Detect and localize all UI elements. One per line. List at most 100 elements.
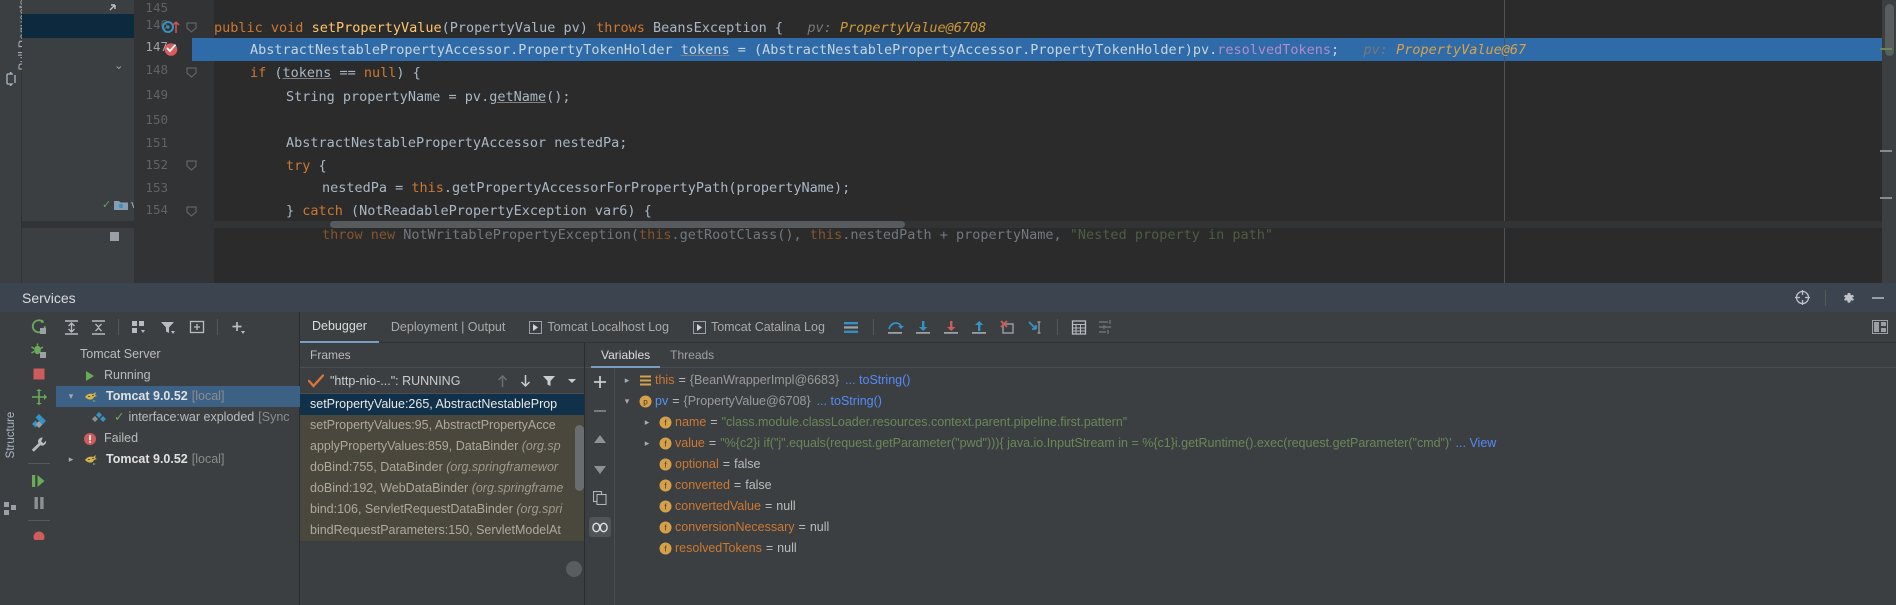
deploy-icon[interactable]: [30, 412, 48, 430]
fold-marker-icon[interactable]: [186, 22, 197, 33]
editor-hscrollbar-thumb[interactable]: [330, 221, 905, 228]
target-icon[interactable]: [1794, 289, 1811, 306]
add-icon[interactable]: [230, 320, 247, 335]
thread-selector-row[interactable]: "http-nio-...": RUNNING: [300, 368, 584, 394]
chevron-right-icon[interactable]: ▸: [619, 370, 635, 391]
tab-tomcat-catalina-log[interactable]: Tomcat Catalina Log: [681, 312, 837, 343]
step-over-icon[interactable]: [887, 320, 904, 335]
variable-row-converted[interactable]: f converted = false: [615, 475, 1896, 496]
project-tree-node[interactable]: ✓ v: [102, 198, 137, 212]
fold-marker-icon[interactable]: [186, 160, 197, 171]
editor-marker-stripe[interactable]: [1880, 197, 1892, 199]
tab-debugger[interactable]: Debugger: [300, 312, 379, 343]
minimize-icon[interactable]: [1870, 290, 1886, 306]
force-step-into-icon[interactable]: [943, 320, 960, 335]
project-pane-sliver[interactable]: ⌄ ✓ v: [22, 0, 137, 283]
filter-icon[interactable]: [542, 374, 556, 388]
variable-tostring-link[interactable]: ... toString(): [845, 370, 910, 391]
remove-icon[interactable]: [589, 401, 611, 421]
settings-wrench-icon[interactable]: [30, 436, 48, 454]
run-to-cursor-icon[interactable]: [1027, 320, 1044, 335]
frame-item[interactable]: doBind:192, WebDataBinder (org.springfra…: [300, 478, 584, 499]
frames-status-badge[interactable]: [566, 561, 582, 577]
add-frame-icon[interactable]: [189, 320, 205, 335]
expand-all-icon[interactable]: [64, 319, 79, 335]
up-arrow-icon[interactable]: [496, 374, 509, 388]
method-override-icon[interactable]: [162, 19, 182, 35]
pause-icon[interactable]: [31, 495, 47, 511]
structure-rail-label[interactable]: Structure: [0, 403, 22, 467]
frame-item[interactable]: applyPropertyValues:859, DataBinder (org…: [300, 436, 584, 457]
frame-item[interactable]: bindRequestParameters:150, ServletModelA…: [300, 520, 584, 541]
tab-variables[interactable]: Variables: [591, 343, 661, 368]
project-selected-row[interactable]: [22, 14, 134, 38]
fold-marker-icon[interactable]: [186, 67, 197, 78]
collapse-all-icon[interactable]: [91, 319, 106, 335]
copy-icon[interactable]: [589, 488, 611, 508]
chevron-right-icon[interactable]: ▸: [639, 412, 655, 433]
stop-icon[interactable]: [31, 366, 47, 382]
chevron-down-icon[interactable]: ▾: [619, 391, 635, 412]
move-down-icon[interactable]: [589, 459, 611, 479]
variable-row-resolvedtokens[interactable]: f resolvedTokens = null: [615, 538, 1896, 559]
variable-view-link[interactable]: ... View: [1456, 433, 1497, 454]
project-tree-chevron[interactable]: ⌄: [114, 58, 124, 72]
chevron-right-icon[interactable]: ▸: [64, 449, 78, 470]
tree-item-tomcat-server[interactable]: Tomcat Server: [56, 344, 300, 365]
layout-settings-icon[interactable]: [1872, 320, 1888, 334]
variable-tostring-link[interactable]: ... toString(): [817, 391, 882, 412]
chevron-down-icon[interactable]: ▾: [64, 386, 78, 407]
frame-item[interactable]: setPropertyValues:95, AbstractPropertyAc…: [300, 415, 584, 436]
settings-list-icon[interactable]: [1098, 320, 1114, 334]
watches-icon[interactable]: [588, 517, 611, 537]
editor-marker-stripe[interactable]: [1880, 150, 1892, 152]
redeploy-icon[interactable]: [30, 388, 48, 406]
chevron-right-icon[interactable]: ▸: [639, 433, 655, 454]
down-arrow-icon[interactable]: [519, 374, 532, 388]
tree-item-tomcat-9052-local-running[interactable]: ▾ Tomcat 9.0.52 [local]: [56, 386, 300, 407]
structure-icon[interactable]: [4, 502, 17, 515]
move-up-icon[interactable]: [589, 430, 611, 450]
tree-item-interface-war-exploded[interactable]: ✓ interface:war exploded [Sync: [56, 407, 300, 428]
breakpoint-icon[interactable]: [163, 41, 179, 57]
fold-marker-icon[interactable]: [186, 206, 197, 217]
project-tree-node-2[interactable]: [110, 232, 119, 241]
editor-vscrollbar[interactable]: [1882, 0, 1896, 283]
variable-row-optional[interactable]: f optional = false: [615, 454, 1896, 475]
rerun-debug-icon[interactable]: [30, 342, 48, 360]
add-icon[interactable]: [589, 372, 611, 392]
rerun-icon[interactable]: [30, 318, 48, 336]
frame-item[interactable]: setPropertyValue:265, AbstractNestablePr…: [300, 394, 584, 415]
project-collapse-chevron[interactable]: [106, 2, 118, 14]
variable-row-name[interactable]: ▸ f name = "class.module.classLoader.res…: [615, 412, 1896, 433]
tab-deployment-output[interactable]: Deployment | Output: [379, 312, 517, 343]
variable-row-this[interactable]: ▸ this = {BeanWrapperImpl@6683} ... toSt…: [615, 370, 1896, 391]
step-out-icon[interactable]: [971, 320, 988, 335]
group-by-icon[interactable]: [131, 320, 148, 335]
tree-item-running-group[interactable]: Running: [56, 365, 300, 386]
variable-row-pv[interactable]: ▾ p pv = {PropertyValue@6708} ... toStri…: [615, 391, 1896, 412]
evaluate-expression-icon[interactable]: [1071, 319, 1087, 335]
drop-frame-icon[interactable]: [999, 319, 1016, 335]
variable-row-value[interactable]: ▸ f value = "%{c2}i if("j".equals(reques…: [615, 433, 1896, 454]
code-text-area[interactable]: public void setPropertyValue(PropertyVal…: [192, 0, 1896, 283]
chevron-down-icon[interactable]: [566, 375, 578, 387]
frame-item[interactable]: bind:106, ServletRequestDataBinder (org.…: [300, 499, 584, 520]
frame-item[interactable]: doBind:755, DataBinder (org.springframew…: [300, 457, 584, 478]
editor-marker-stripe[interactable]: [1880, 48, 1892, 50]
tab-threads[interactable]: Threads: [660, 343, 724, 368]
frames-scrollbar-thumb[interactable]: [575, 425, 584, 491]
pull-requests-icon[interactable]: [4, 72, 18, 86]
gear-icon[interactable]: [1840, 290, 1856, 306]
tree-item-tomcat-9052-local-failed[interactable]: ▸ Tomcat 9.0.52 [local]: [56, 449, 300, 470]
step-into-icon[interactable]: [915, 320, 932, 335]
show-execution-point-icon[interactable]: [843, 320, 860, 335]
variable-row-convertedvalue[interactable]: f convertedValue = null: [615, 496, 1896, 517]
editor-hscrollbar-track[interactable]: [22, 221, 1882, 228]
tab-tomcat-localhost-log[interactable]: Tomcat Localhost Log: [517, 312, 681, 343]
filter-icon[interactable]: [160, 320, 177, 335]
stop-small-icon[interactable]: [32, 530, 46, 540]
resume-icon[interactable]: [30, 473, 48, 489]
variable-row-conversionnecessary[interactable]: f conversionNecessary = null: [615, 517, 1896, 538]
tree-item-failed-group[interactable]: Failed: [56, 428, 300, 449]
